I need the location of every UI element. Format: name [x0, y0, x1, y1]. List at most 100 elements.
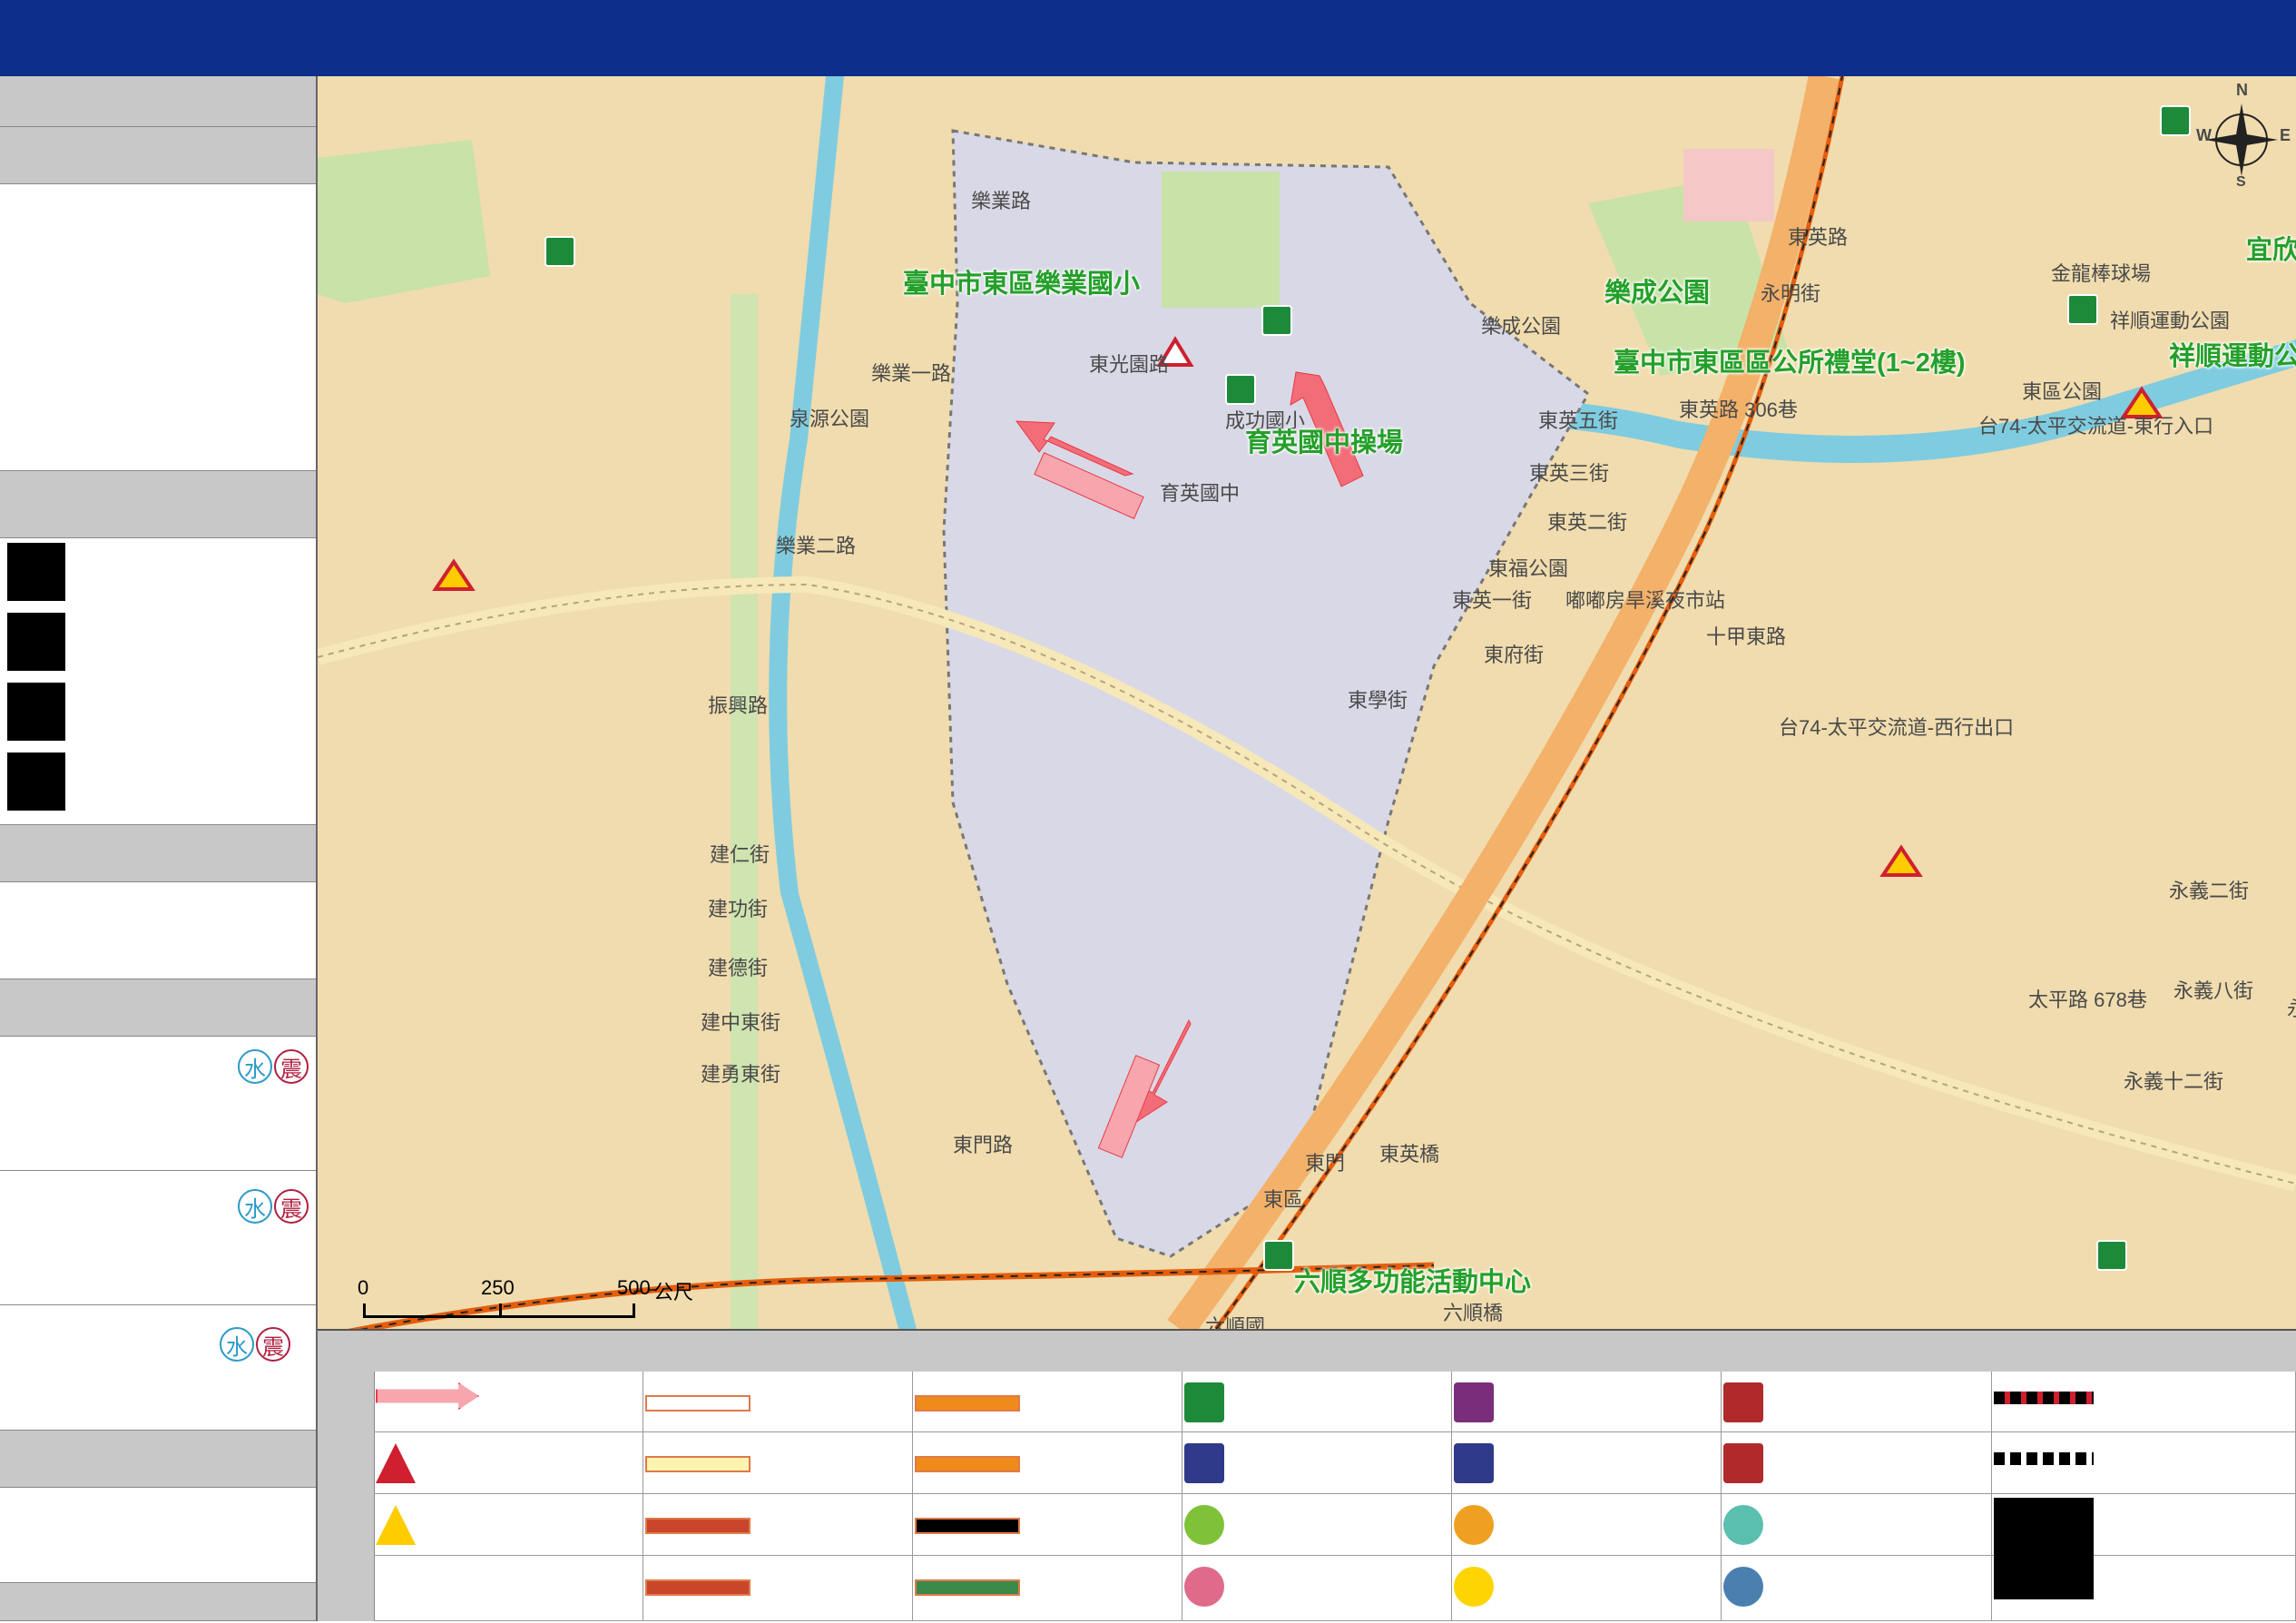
railway-icon	[1994, 1392, 2094, 1404]
rail-road-icon	[915, 1518, 1020, 1534]
evacuation-site-icon	[1184, 1382, 1224, 1422]
street-label: 東學街	[1348, 689, 1408, 712]
legend-side-header	[318, 1331, 375, 1621]
sidebar-shelter-header	[0, 979, 316, 1037]
evacuation-map[interactable]: 樂業路 樂業一路 樂業二路 東光園路 東英五街 東英三街 東英二街 東英一街 東府街 東學街 十甲東…	[318, 76, 2296, 1329]
place-label[interactable]: 臺中市東區樂業國小	[903, 262, 1140, 300]
legend-cell	[643, 1432, 913, 1494]
street-label: 樂成公園	[1481, 315, 1562, 338]
police-icon	[1454, 1443, 1494, 1483]
compass-north-label: N	[2236, 81, 2248, 99]
street-label: 建中東街	[701, 1011, 781, 1034]
street-label: 東門路	[953, 1134, 1014, 1156]
legend-cell	[1992, 1372, 2296, 1432]
fire-road-icon	[915, 1456, 1020, 1472]
sidebar-shelter-item: 水 震	[0, 1171, 316, 1305]
street-label: 永義八街	[2173, 979, 2254, 1002]
qr-code-icon[interactable]	[7, 752, 65, 811]
street-label: 東英一街	[1452, 589, 1533, 612]
flood-icon: 水	[238, 1049, 272, 1084]
compass-east-label: E	[2280, 126, 2291, 144]
street-label: 樂業二路	[776, 535, 857, 557]
legend-cell	[1452, 1372, 1722, 1432]
landslide-icon	[376, 1505, 416, 1545]
street-label: 東英路 306巷	[1679, 398, 1798, 421]
legend-cell	[1182, 1432, 1452, 1494]
elderly-icon	[1454, 1505, 1494, 1545]
sidebar-footer-header	[0, 1431, 316, 1488]
place-label[interactable]: 宜欣國小〈宜學樓、南大樓〉	[2246, 229, 2296, 267]
hazard-badges: 水 震	[238, 1189, 309, 1224]
street-label: 建功街	[708, 898, 769, 920]
street-label: 永義二街	[2169, 880, 2250, 902]
qr-code-icon[interactable]	[7, 683, 65, 741]
legend-cell	[1452, 1556, 1722, 1621]
shelter-icon[interactable]	[545, 236, 575, 267]
legend-header	[1992, 1331, 2296, 1372]
street-label: 東府街	[1484, 644, 1545, 666]
place-label[interactable]: 樂成公園	[1604, 271, 1710, 310]
disaster-site-icon	[376, 1443, 416, 1483]
place-label[interactable]: 祥順運動公園	[2169, 335, 2296, 373]
evacuation-site-icon[interactable]	[2067, 294, 2098, 325]
street-label: 建德街	[708, 957, 769, 979]
street-label: 樂業一路	[871, 362, 952, 385]
legend-cell	[374, 1556, 643, 1621]
qr-code-icon[interactable]	[7, 543, 65, 601]
sidebar-title-row	[0, 76, 316, 127]
legend-header	[374, 1331, 644, 1372]
map-legend	[318, 1329, 2296, 1623]
elderly-care-icon	[1184, 1505, 1224, 1545]
legend-cell	[643, 1556, 913, 1621]
scale-tick-label: 500	[617, 1276, 651, 1299]
street-label: 泉源公園	[790, 408, 870, 430]
place-label[interactable]: 臺中市東區區公所禮堂(1~2樓)	[1614, 341, 1966, 379]
fire-icon	[1723, 1443, 1763, 1483]
shelter-icon[interactable]	[2160, 105, 2191, 136]
place-label[interactable]: 六順多功能活動中心	[1294, 1261, 1531, 1299]
street-label: 嘟嘟房旱溪夜市站	[1565, 589, 1726, 612]
street-label: 六順國	[1205, 1315, 1266, 1329]
sidebar-subtitle-row	[0, 127, 316, 184]
road-blocked-icon	[645, 1395, 751, 1412]
street-label: 永明街	[1761, 282, 1821, 305]
sidebar-section-block	[0, 882, 316, 979]
street-label: 建勇東街	[701, 1063, 781, 1086]
street-label: 東英二街	[1547, 511, 1628, 534]
sidebar-qr-header	[0, 471, 316, 538]
sidebar-footer-block	[0, 1488, 316, 1583]
social-welfare-icon	[1184, 1567, 1224, 1607]
sidebar-info-block	[0, 184, 316, 471]
legend-cell	[1992, 1494, 2296, 1599]
sidebar-qr-block	[0, 538, 316, 825]
sidebar-shelter-item: 水 震	[0, 1305, 316, 1431]
legend-header	[1182, 1331, 1993, 1372]
scale-tick-label: 250	[481, 1276, 515, 1299]
street-label: 太平路 678巷	[2028, 989, 2147, 1011]
shelter-icon[interactable]	[2096, 1240, 2127, 1271]
shelter-icon[interactable]	[1263, 1240, 1294, 1271]
qr-code-icon[interactable]	[7, 613, 65, 671]
evacuation-site-icon[interactable]	[1225, 374, 1256, 405]
street-label: 東門	[1305, 1152, 1346, 1175]
legend-cell	[913, 1432, 1182, 1494]
place-label[interactable]: 育英國中操場	[1245, 421, 1403, 459]
legend-cell	[913, 1494, 1182, 1556]
street-label: 振興路	[708, 694, 769, 717]
hazard-badges: 水 震	[238, 1049, 309, 1084]
legend-cell	[643, 1494, 913, 1556]
legend-cell	[1182, 1494, 1452, 1556]
map-base	[318, 76, 2296, 1329]
legend-cell	[1722, 1556, 1992, 1621]
compass-west-label: W	[2196, 126, 2212, 144]
shelter-icon[interactable]	[1261, 305, 1292, 336]
legend-cell	[1722, 1432, 1992, 1494]
street-label: 東區	[1263, 1188, 1304, 1211]
police-road-icon	[915, 1395, 1020, 1412]
street-label: 東區公園	[2022, 380, 2103, 403]
sidebar-bottom-row	[0, 1583, 316, 1621]
info-sidebar: 水 震 水 震 水 震	[0, 76, 318, 1621]
street-label: 東英五街	[1538, 409, 1619, 432]
header-bar	[0, 0, 2296, 76]
street-label: 樂業路	[971, 190, 1032, 212]
